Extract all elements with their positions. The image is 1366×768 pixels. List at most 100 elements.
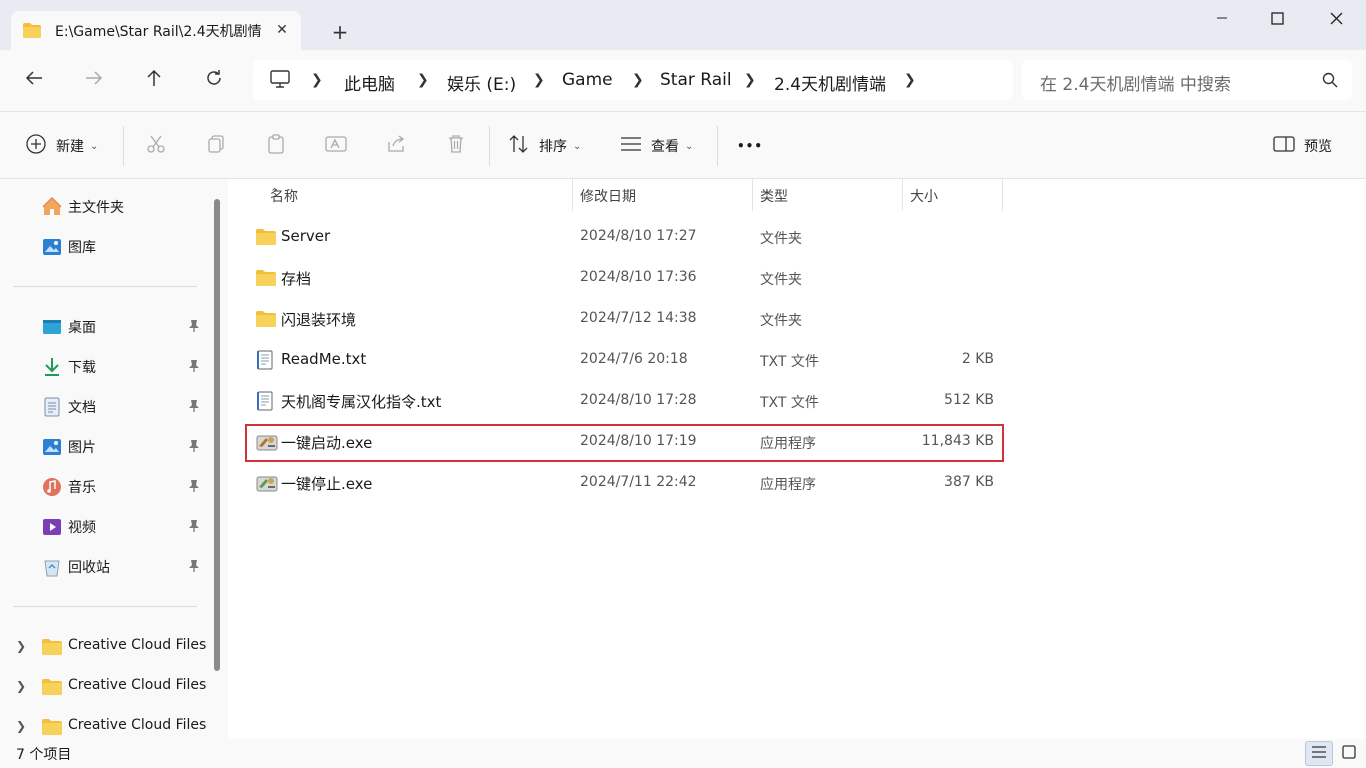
breadcrumb-current-folder[interactable]: 2.4天机剧情端: [774, 70, 886, 95]
new-button[interactable]: 新建 ⌄: [25, 134, 98, 158]
text-file-icon: [256, 391, 276, 411]
back-button[interactable]: [16, 64, 52, 96]
close-window-button[interactable]: [1307, 0, 1365, 40]
up-button[interactable]: [136, 64, 172, 96]
copy-button[interactable]: [204, 134, 228, 158]
pin-icon[interactable]: [188, 519, 200, 537]
close-icon[interactable]: ✕: [271, 19, 293, 41]
gallery-icon: [42, 237, 62, 257]
share-button[interactable]: [384, 134, 408, 158]
sidebar-item-gallery[interactable]: 图库: [0, 231, 208, 263]
pin-icon[interactable]: [188, 559, 200, 577]
sidebar-item-creative-cloud[interactable]: ❯ Creative Cloud Files: [0, 711, 208, 739]
trash-icon: [446, 134, 466, 158]
view-list-icon: [620, 135, 642, 157]
sidebar-item-home[interactable]: 主文件夹: [0, 191, 208, 223]
file-row[interactable]: 一键停止.exe 2024/7/11 22:42 应用程序 387 KB: [244, 464, 1002, 502]
file-row[interactable]: 天机阁专属汉化指令.txt 2024/8/10 17:28 TXT 文件 512…: [244, 382, 1002, 420]
sidebar-item-creative-cloud[interactable]: ❯ Creative Cloud Files: [0, 671, 208, 703]
sidebar-item-recycle-bin[interactable]: 回收站: [0, 551, 208, 583]
home-icon: [42, 197, 62, 217]
pin-icon[interactable]: [188, 479, 200, 497]
sidebar-item-music[interactable]: 音乐: [0, 471, 208, 503]
pin-icon[interactable]: [188, 359, 200, 377]
sidebar-scrollbar[interactable]: [214, 199, 220, 671]
column-header-size[interactable]: 大小: [902, 179, 1002, 211]
share-icon: [386, 134, 406, 158]
chevron-down-icon: ⌄: [573, 140, 582, 152]
delete-button[interactable]: [444, 134, 468, 158]
file-row[interactable]: ReadMe.txt 2024/7/6 20:18 TXT 文件 2 KB: [244, 341, 1002, 379]
details-view-button[interactable]: [1305, 741, 1333, 766]
preview-pane-button[interactable]: 预览: [1273, 134, 1332, 158]
chevron-right-icon[interactable]: ❯: [744, 72, 756, 88]
sort-button[interactable]: 排序 ⌄: [508, 134, 581, 158]
sidebar-divider: [13, 286, 197, 287]
item-count: 7 个项目: [16, 747, 72, 763]
sidebar-item-label: 文档: [68, 400, 96, 416]
column-divider[interactable]: [1002, 179, 1003, 211]
refresh-button[interactable]: [196, 64, 232, 96]
chevron-right-icon[interactable]: ❯: [311, 72, 323, 88]
file-type: TXT 文件: [760, 395, 819, 411]
monitor-icon: [270, 70, 290, 92]
sidebar-item-label: 图库: [68, 240, 96, 256]
sidebar-item-desktop[interactable]: 桌面: [0, 311, 208, 343]
view-button[interactable]: 查看 ⌄: [620, 134, 693, 158]
chevron-right-icon[interactable]: ❯: [533, 72, 545, 88]
chevron-right-icon[interactable]: ❯: [16, 719, 26, 733]
chevron-right-icon[interactable]: ❯: [16, 679, 26, 693]
search-input[interactable]: 在 2.4天机剧情端 中搜索: [1040, 70, 1231, 95]
file-date: 2024/8/10 17:27: [580, 228, 697, 244]
file-type: 文件夹: [760, 231, 802, 247]
rename-button[interactable]: [324, 134, 348, 158]
pin-icon[interactable]: [188, 399, 200, 417]
file-row[interactable]: Server 2024/8/10 17:27 文件夹: [244, 218, 1002, 256]
forward-button[interactable]: [76, 64, 112, 96]
column-header-date[interactable]: 修改日期: [572, 179, 752, 211]
breadcrumb-game[interactable]: Game: [562, 70, 613, 90]
column-header-name[interactable]: 名称 ⌃: [262, 179, 572, 211]
search-icon: [1322, 72, 1338, 92]
sidebar-item-label: Creative Cloud Files: [68, 677, 207, 693]
sidebar-item-documents[interactable]: 文档: [0, 391, 208, 423]
chevron-right-icon[interactable]: ❯: [904, 72, 916, 88]
desktop-icon: [42, 317, 62, 337]
sidebar-item-pictures[interactable]: 图片: [0, 431, 208, 463]
highlight-annotation: [245, 424, 1004, 462]
breadcrumb-this-pc[interactable]: 此电脑: [344, 70, 395, 95]
file-type: 文件夹: [760, 313, 802, 329]
breadcrumb-drive-e[interactable]: 娱乐 (E:): [447, 70, 516, 95]
minimize-button[interactable]: [1193, 0, 1251, 40]
sidebar-item-label: 图片: [68, 440, 96, 456]
file-name: Server: [281, 227, 331, 245]
sidebar-item-creative-cloud[interactable]: ❯ Creative Cloud Files: [0, 631, 208, 663]
plus-circle-icon: [25, 133, 47, 159]
sidebar-item-videos[interactable]: 视频: [0, 511, 208, 543]
chevron-right-icon[interactable]: ❯: [417, 72, 429, 88]
chevron-right-icon[interactable]: ❯: [16, 639, 26, 653]
tab-current-folder[interactable]: E:\Game\Star Rail\2.4天机剧情 ✕: [11, 11, 301, 50]
address-bar[interactable]: ❯ 此电脑 ❯ 娱乐 (E:) ❯ Game ❯ Star Rail ❯ 2.4…: [253, 60, 1013, 100]
column-header-type[interactable]: 类型: [752, 179, 902, 211]
file-row[interactable]: 存档 2024/8/10 17:36 文件夹: [244, 259, 1002, 297]
paste-button[interactable]: [264, 134, 288, 158]
cut-button[interactable]: [144, 134, 168, 158]
maximize-button[interactable]: [1248, 0, 1306, 40]
toolbar-divider: [123, 126, 124, 166]
file-row[interactable]: 闪退装环境 2024/7/12 14:38 文件夹: [244, 300, 1002, 338]
breadcrumb-star-rail[interactable]: Star Rail: [660, 70, 732, 90]
new-tab-button[interactable]: +: [326, 19, 354, 47]
tiles-view-button[interactable]: [1335, 741, 1363, 766]
sidebar-item-downloads[interactable]: 下载: [0, 351, 208, 383]
search-box[interactable]: 在 2.4天机剧情端 中搜索: [1022, 60, 1352, 100]
navigation-pane: 主文件夹 图库 桌面 下载 文档 图片 音乐 视频 回收站 ❯ Creative…: [0, 179, 228, 739]
file-size: 387 KB: [944, 474, 994, 490]
close-icon: [1330, 12, 1343, 29]
pin-icon[interactable]: [188, 319, 200, 337]
pin-icon[interactable]: [188, 439, 200, 457]
folder-icon: [42, 677, 62, 697]
preview-pane-icon: [1273, 135, 1295, 157]
chevron-right-icon[interactable]: ❯: [632, 72, 644, 88]
more-options-button[interactable]: •••: [737, 134, 763, 158]
